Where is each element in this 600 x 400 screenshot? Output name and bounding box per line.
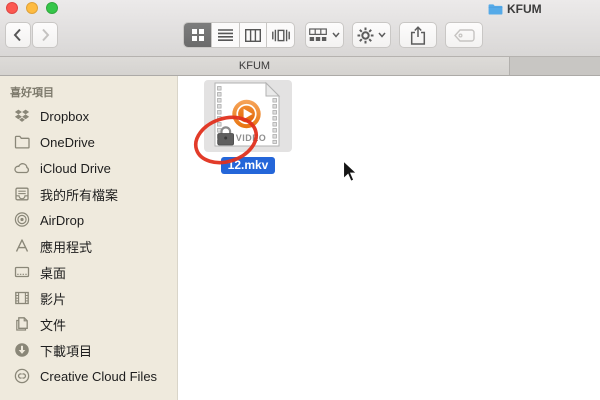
tag-button[interactable] bbox=[445, 22, 483, 48]
tab-kfum[interactable]: KFUM bbox=[0, 57, 510, 75]
chevron-left-icon bbox=[13, 28, 21, 42]
creative-cloud-icon bbox=[13, 367, 31, 385]
arrange-button[interactable] bbox=[305, 22, 344, 48]
titlebar-toolbar: KFUM bbox=[0, 0, 600, 57]
video-file-icon[interactable]: VIDEO bbox=[204, 80, 292, 152]
list-view-icon bbox=[218, 29, 234, 41]
sidebar-item-desktop[interactable]: 桌面 bbox=[0, 259, 177, 285]
window-title-proxy[interactable]: KFUM bbox=[488, 2, 542, 16]
sidebar-item-label: 桌面 bbox=[40, 265, 67, 281]
sidebar-item-creative-cloud-files[interactable]: Creative Cloud Files bbox=[0, 363, 177, 389]
sidebar-item-label: Creative Cloud Files bbox=[40, 368, 158, 384]
all-my-files-icon bbox=[13, 185, 31, 203]
sidebar-item-icloud-drive[interactable]: iCloud Drive bbox=[0, 155, 177, 181]
close-button[interactable] bbox=[6, 2, 18, 14]
coverflow-view-button[interactable] bbox=[266, 23, 294, 47]
action-button[interactable] bbox=[352, 22, 391, 48]
coverflow-view-icon bbox=[271, 29, 290, 41]
gear-icon bbox=[357, 27, 374, 43]
movies-icon bbox=[13, 289, 31, 307]
folder-icon bbox=[488, 4, 503, 15]
sidebar-item-onedrive[interactable]: OneDrive bbox=[0, 129, 177, 155]
chevron-down-icon bbox=[332, 32, 340, 38]
chevron-down-icon bbox=[378, 32, 386, 38]
folder-content-area[interactable]: VIDEO 12.mkv bbox=[178, 76, 600, 400]
sidebar-item-label: Dropbox bbox=[40, 108, 90, 124]
file-item-12mkv[interactable]: VIDEO 12.mkv bbox=[193, 80, 292, 174]
sidebar-item-label: 下載項目 bbox=[40, 343, 93, 359]
airdrop-icon bbox=[13, 211, 31, 229]
forward-button[interactable] bbox=[32, 22, 58, 48]
sidebar-item-all-my-files[interactable]: 我的所有檔案 bbox=[0, 181, 177, 207]
sidebar-item-dropbox[interactable]: Dropbox bbox=[0, 103, 177, 129]
desktop-icon bbox=[13, 263, 31, 281]
sidebar-section-header: 喜好項目 bbox=[10, 87, 54, 99]
documents-icon bbox=[13, 315, 31, 333]
list-view-button[interactable] bbox=[211, 23, 239, 47]
sidebar-item-label: OneDrive bbox=[40, 134, 95, 150]
sidebar-item-label: iCloud Drive bbox=[40, 160, 111, 176]
sidebar: 喜好項目 Dropbox OneDrive iCloud Drive 我的所有檔… bbox=[0, 76, 178, 400]
finder-window: KFUM KFUM 喜好項目 Dropbox OneDrive iCloud D… bbox=[0, 0, 600, 400]
minimize-button[interactable] bbox=[26, 2, 38, 14]
chevron-right-icon bbox=[42, 28, 50, 42]
sidebar-item-downloads[interactable]: 下載項目 bbox=[0, 337, 177, 363]
file-type-badge: VIDEO bbox=[236, 133, 267, 143]
tab-title: KFUM bbox=[238, 60, 271, 72]
cloud-icon bbox=[13, 159, 31, 177]
mouse-cursor-icon bbox=[342, 160, 358, 183]
sidebar-item-label: 我的所有檔案 bbox=[40, 187, 119, 203]
applications-icon bbox=[13, 237, 31, 255]
file-name-label[interactable]: 12.mkv bbox=[220, 157, 276, 174]
sidebar-item-documents[interactable]: 文件 bbox=[0, 311, 177, 337]
column-view-button[interactable] bbox=[238, 23, 267, 47]
sidebar-item-label: 文件 bbox=[40, 317, 67, 333]
column-view-icon bbox=[245, 28, 262, 42]
sidebar-item-movies[interactable]: 影片 bbox=[0, 285, 177, 311]
downloads-icon bbox=[13, 341, 31, 359]
sidebar-item-label: AirDrop bbox=[40, 212, 85, 228]
sidebar-item-label: 應用程式 bbox=[40, 239, 93, 255]
arrange-icon bbox=[309, 28, 327, 41]
sidebar-item-applications[interactable]: 應用程式 bbox=[0, 233, 177, 259]
tag-icon bbox=[453, 28, 475, 42]
folder-outline-icon bbox=[13, 133, 31, 151]
sidebar-item-airdrop[interactable]: AirDrop bbox=[0, 207, 177, 233]
icon-view-button[interactable] bbox=[184, 23, 212, 47]
grid-view-icon bbox=[191, 29, 204, 41]
zoom-button[interactable] bbox=[46, 2, 58, 14]
share-icon bbox=[410, 25, 426, 45]
window-title: KFUM bbox=[507, 2, 542, 16]
back-button[interactable] bbox=[5, 22, 31, 48]
tab-bar: KFUM bbox=[0, 57, 600, 76]
sidebar-item-label: 影片 bbox=[40, 291, 67, 307]
play-badge bbox=[232, 99, 261, 129]
share-button[interactable] bbox=[399, 22, 437, 48]
dropbox-icon bbox=[13, 107, 31, 125]
view-switcher bbox=[183, 22, 295, 48]
